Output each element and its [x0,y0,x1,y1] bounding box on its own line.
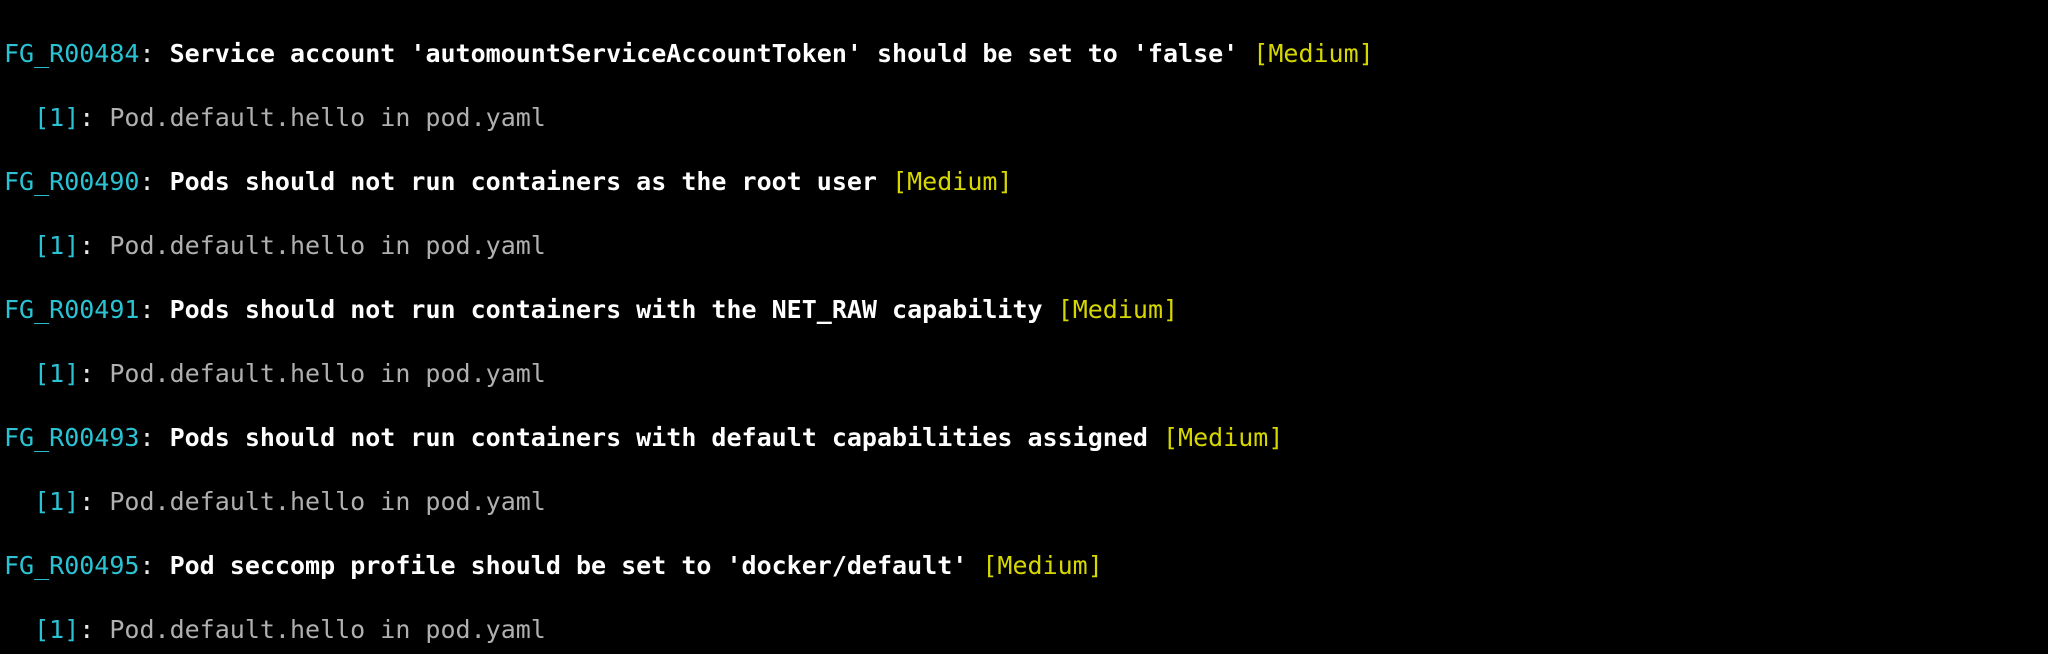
rule-id: FG_R00484 [4,39,139,68]
location-index: [1] [34,231,79,260]
rule-id: FG_R00490 [4,167,139,196]
severity-text: Medium [1268,39,1358,68]
location-index: [1] [34,359,79,388]
severity-badge: [Medium] [892,167,1012,196]
severity-badge: [Medium] [1163,423,1283,452]
severity-text: Medium [907,167,997,196]
colon: : [139,295,169,324]
location-line: [1]: Pod.default.hello in pod.yaml [4,486,2044,518]
location-path: Pod.default.hello in pod.yaml [109,231,546,260]
rule-line: FG_R00484: Service account 'automountSer… [4,38,2044,70]
rule-title: Pods should not run containers as the ro… [170,167,877,196]
location-line: [1]: Pod.default.hello in pod.yaml [4,230,2044,262]
location-path: Pod.default.hello in pod.yaml [109,615,546,644]
rule-title: Service account 'automountServiceAccount… [170,39,1239,68]
colon: : [79,359,109,388]
severity-text: Medium [1073,295,1163,324]
colon: : [79,231,109,260]
severity-badge: [Medium] [982,551,1102,580]
terminal-output: FG_R00484: Service account 'automountSer… [0,0,2048,654]
severity-badge: [Medium] [1253,39,1373,68]
rule-line: FG_R00495: Pod seccomp profile should be… [4,550,2044,582]
severity-badge: [Medium] [1058,295,1178,324]
rule-title: Pods should not run containers with the … [170,295,1043,324]
colon: : [139,167,169,196]
colon: : [79,103,109,132]
location-path: Pod.default.hello in pod.yaml [109,103,546,132]
location-path: Pod.default.hello in pod.yaml [109,359,546,388]
location-path: Pod.default.hello in pod.yaml [109,487,546,516]
severity-text: Medium [1178,423,1268,452]
rule-id: FG_R00493 [4,423,139,452]
severity-text: Medium [997,551,1087,580]
location-index: [1] [34,487,79,516]
rule-title: Pods should not run containers with defa… [170,423,1148,452]
location-line: [1]: Pod.default.hello in pod.yaml [4,102,2044,134]
rule-line: FG_R00493: Pods should not run container… [4,422,2044,454]
rule-id: FG_R00495 [4,551,139,580]
location-index: [1] [34,615,79,644]
colon: : [79,487,109,516]
colon: : [139,39,169,68]
location-line: [1]: Pod.default.hello in pod.yaml [4,614,2044,646]
location-index: [1] [34,103,79,132]
rule-line: FG_R00491: Pods should not run container… [4,294,2044,326]
location-line: [1]: Pod.default.hello in pod.yaml [4,358,2044,390]
rule-id: FG_R00491 [4,295,139,324]
rule-line: FG_R00490: Pods should not run container… [4,166,2044,198]
colon: : [79,615,109,644]
colon: : [139,551,169,580]
rule-title: Pod seccomp profile should be set to 'do… [170,551,968,580]
colon: : [139,423,169,452]
